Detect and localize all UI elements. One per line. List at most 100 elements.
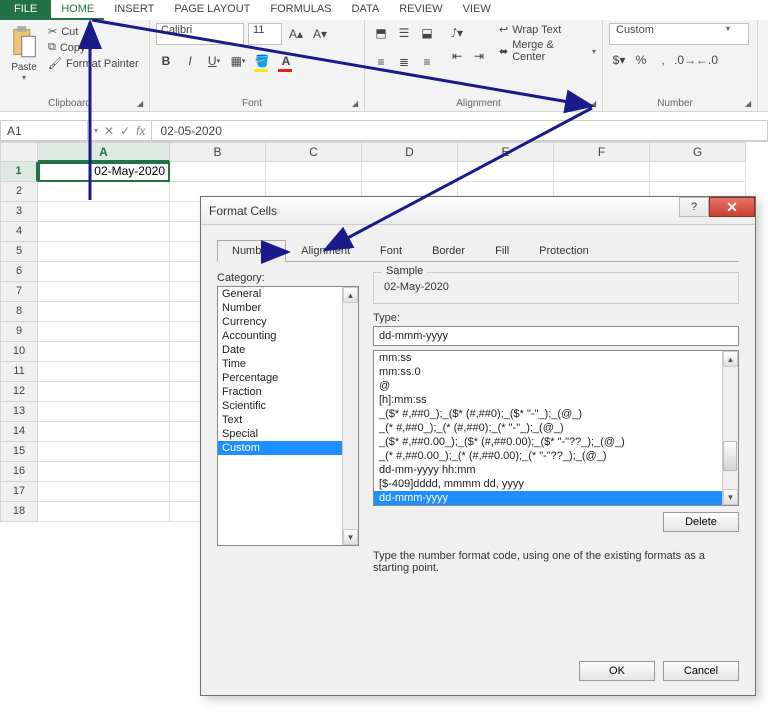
type-item[interactable]: [h]:mm:ss — [374, 393, 738, 407]
cut-button[interactable]: ✂Cut — [48, 25, 139, 38]
category-item[interactable]: General — [218, 287, 358, 301]
type-item[interactable]: dd-mm-yyyy hh:mm — [374, 463, 738, 477]
row-header-4[interactable]: 4 — [0, 222, 38, 242]
increase-font-button[interactable]: A▴ — [286, 24, 306, 44]
align-middle-button[interactable]: ☰ — [394, 23, 414, 43]
col-header-E[interactable]: E — [458, 142, 554, 162]
col-header-D[interactable]: D — [362, 142, 458, 162]
col-header-F[interactable]: F — [554, 142, 650, 162]
type-listbox[interactable]: mm:ssmm:ss.0@[h]:mm:ss_($* #,##0_);_($* … — [373, 350, 739, 506]
category-item[interactable]: Number — [218, 301, 358, 315]
cell-A8[interactable] — [38, 302, 170, 322]
wrap-text-button[interactable]: ↩Wrap Text — [499, 23, 596, 36]
align-right-button[interactable]: ≡ — [417, 52, 437, 72]
scroll-up-icon[interactable]: ▲ — [723, 351, 738, 367]
font-color-button[interactable]: A — [276, 51, 296, 71]
font-size-select[interactable]: 11 — [248, 23, 282, 45]
dialog-tab-fill[interactable]: Fill — [480, 240, 524, 262]
category-item[interactable]: Custom — [218, 441, 358, 455]
clipboard-launcher[interactable]: ◢ — [137, 99, 147, 109]
tab-review[interactable]: REVIEW — [389, 0, 452, 20]
cell-A4[interactable] — [38, 222, 170, 242]
cell-D1[interactable] — [362, 162, 458, 182]
number-launcher[interactable]: ◢ — [745, 99, 755, 109]
dialog-tab-number[interactable]: Number — [217, 240, 286, 262]
paste-button[interactable]: Paste ▾ — [6, 23, 42, 93]
category-item[interactable]: Time — [218, 357, 358, 371]
category-item[interactable]: Percentage — [218, 371, 358, 385]
tab-view[interactable]: VIEW — [453, 0, 501, 20]
cell-A5[interactable] — [38, 242, 170, 262]
category-item[interactable]: Accounting — [218, 329, 358, 343]
underline-button[interactable]: U▾ — [204, 51, 224, 71]
row-header-6[interactable]: 6 — [0, 262, 38, 282]
select-all-corner[interactable] — [0, 142, 38, 162]
currency-button[interactable]: $▾ — [609, 50, 629, 70]
type-item[interactable]: mm:ss — [374, 351, 738, 365]
cell-A13[interactable] — [38, 402, 170, 422]
fb-cancel[interactable]: ✕ — [104, 124, 114, 138]
row-header-3[interactable]: 3 — [0, 202, 38, 222]
cell-A2[interactable] — [38, 182, 170, 202]
category-item[interactable]: Fraction — [218, 385, 358, 399]
cell-A18[interactable] — [38, 502, 170, 522]
type-item[interactable]: dd-mmm-yyyy — [374, 491, 738, 505]
row-header-17[interactable]: 17 — [0, 482, 38, 502]
row-header-18[interactable]: 18 — [0, 502, 38, 522]
ok-button[interactable]: OK — [579, 661, 655, 681]
row-header-11[interactable]: 11 — [0, 362, 38, 382]
decrease-font-button[interactable]: A▾ — [310, 24, 330, 44]
cell-A3[interactable] — [38, 202, 170, 222]
tab-file[interactable]: FILE — [0, 0, 51, 20]
copy-button[interactable]: ⧉Copy▾ — [48, 41, 139, 54]
row-header-8[interactable]: 8 — [0, 302, 38, 322]
cell-F1[interactable] — [554, 162, 650, 182]
fill-color-button[interactable]: 🪣 — [252, 51, 272, 71]
fb-dropdown[interactable]: ▾ — [94, 126, 98, 135]
cell-A17[interactable] — [38, 482, 170, 502]
row-header-1[interactable]: 1 — [0, 162, 38, 182]
category-item[interactable]: Date — [218, 343, 358, 357]
scroll-down-icon[interactable]: ▼ — [723, 489, 738, 505]
orientation-button[interactable]: ⭜▾ — [447, 23, 467, 43]
col-header-B[interactable]: B — [170, 142, 266, 162]
fb-enter[interactable]: ✓ — [120, 124, 130, 138]
cell-A12[interactable] — [38, 382, 170, 402]
col-header-A[interactable]: A — [38, 142, 170, 162]
cell-B1[interactable] — [170, 162, 266, 182]
number-format-select[interactable]: Custom▾ — [609, 23, 749, 45]
cell-A14[interactable] — [38, 422, 170, 442]
type-item[interactable]: [$-409]dddd, mmmm dd, yyyy — [374, 477, 738, 491]
font-name-select[interactable]: Calibri — [156, 23, 244, 45]
scroll-thumb[interactable] — [723, 441, 737, 471]
category-item[interactable]: Scientific — [218, 399, 358, 413]
name-box[interactable]: A1 — [0, 120, 88, 141]
increase-decimal-button[interactable]: .0→ — [675, 50, 695, 70]
dialog-tab-alignment[interactable]: Alignment — [286, 240, 365, 262]
type-item[interactable]: _(* #,##0_);_(* (#,##0);_(* "-"_);_(@_) — [374, 421, 738, 435]
cell-A11[interactable] — [38, 362, 170, 382]
type-item[interactable]: _(* #,##0.00_);_(* (#,##0.00);_(* "-"??_… — [374, 449, 738, 463]
col-header-C[interactable]: C — [266, 142, 362, 162]
dialog-help-button[interactable]: ? — [679, 197, 709, 217]
cell-A16[interactable] — [38, 462, 170, 482]
align-left-button[interactable]: ≡ — [371, 52, 391, 72]
cell-A1[interactable]: 02-May-2020 — [38, 162, 170, 182]
scroll-up-icon[interactable]: ▲ — [343, 287, 358, 303]
cell-A7[interactable] — [38, 282, 170, 302]
cell-C1[interactable] — [266, 162, 362, 182]
cell-A15[interactable] — [38, 442, 170, 462]
row-header-9[interactable]: 9 — [0, 322, 38, 342]
format-painter-button[interactable]: 🖌Format Painter — [48, 57, 139, 70]
increase-indent-button[interactable]: ⇥ — [469, 46, 489, 66]
row-header-2[interactable]: 2 — [0, 182, 38, 202]
row-header-16[interactable]: 16 — [0, 462, 38, 482]
formula-input[interactable]: 02-05-2020 — [152, 120, 768, 141]
type-item[interactable]: _($* #,##0.00_);_($* (#,##0.00);_($* "-"… — [374, 435, 738, 449]
col-header-G[interactable]: G — [650, 142, 746, 162]
cell-E1[interactable] — [458, 162, 554, 182]
category-item[interactable]: Text — [218, 413, 358, 427]
align-top-button[interactable]: ⬒ — [371, 23, 391, 43]
decrease-indent-button[interactable]: ⇤ — [447, 46, 467, 66]
category-item[interactable]: Special — [218, 427, 358, 441]
